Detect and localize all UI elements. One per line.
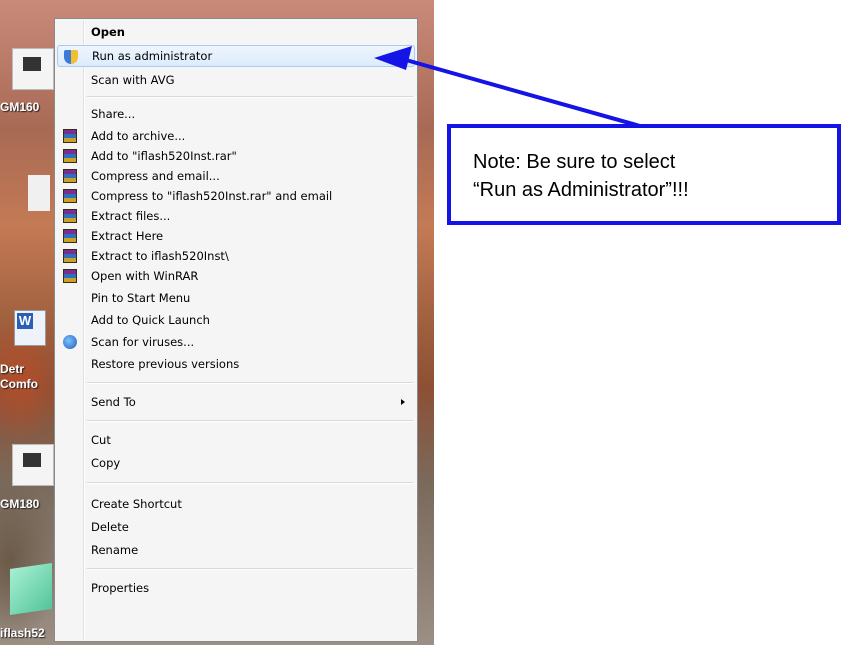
callout-arrow	[374, 46, 641, 128]
arrow-head-icon	[374, 46, 412, 70]
note-callout: Note: Be sure to select “Run as Administ…	[447, 124, 841, 225]
note-line-1: Note: Be sure to select	[473, 151, 676, 173]
note-line-2: “Run as Administrator”!!!	[473, 179, 689, 201]
arrow-line	[405, 58, 641, 128]
